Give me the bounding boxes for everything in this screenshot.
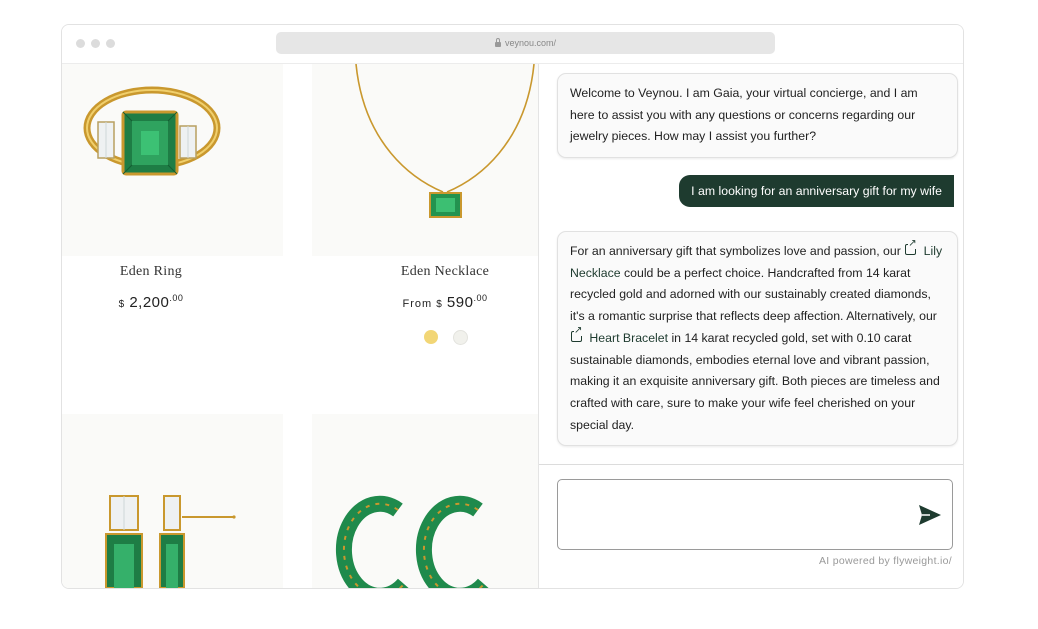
- eden-necklace-image[interactable]: [312, 64, 538, 256]
- product-grid: Eden Ring $ 2,200.00 Eden Necklace From $…: [62, 64, 538, 588]
- eden-necklace-price: From $ 590.00: [402, 293, 488, 311]
- chat-divider: [539, 464, 963, 465]
- close-window-dot[interactable]: [76, 39, 85, 48]
- eden-ring-price: $ 2,200.00: [118, 293, 184, 311]
- url-text: veynou.com/: [504, 38, 557, 48]
- address-bar[interactable]: veynou.com/: [276, 32, 775, 54]
- user-message: I am looking for an anniversary gift for…: [679, 175, 954, 207]
- send-icon[interactable]: [918, 504, 942, 526]
- heart-bracelet-link[interactable]: Heart Bracelet: [570, 325, 668, 345]
- external-link-icon: [571, 325, 583, 342]
- chat-panel: Welcome to Veynou. I am Gaia, your virtu…: [538, 64, 963, 588]
- hoop-earrings-image[interactable]: [312, 414, 538, 588]
- white-gold-swatch[interactable]: [453, 330, 468, 345]
- bot-welcome-message: Welcome to Veynou. I am Gaia, your virtu…: [557, 73, 958, 159]
- maximize-window-dot[interactable]: [106, 39, 115, 48]
- eden-necklace-name[interactable]: Eden Necklace: [345, 264, 538, 280]
- browser-window: veynou.com/ Eden Ring $ 2,200.00 Eden Ne…: [61, 24, 964, 589]
- eden-ring-image[interactable]: [62, 64, 283, 256]
- external-link-icon: [905, 239, 917, 255]
- minimize-window-dot[interactable]: [91, 39, 100, 48]
- browser-titlebar: veynou.com/: [62, 25, 963, 64]
- chat-input[interactable]: [557, 479, 953, 550]
- bot-reply-message: For an anniversary gift that symbolizes …: [557, 231, 958, 447]
- lock-icon: [494, 37, 501, 47]
- eden-ring-name[interactable]: Eden Ring: [62, 264, 251, 280]
- window-controls: [76, 39, 115, 48]
- earrings-image[interactable]: [62, 414, 283, 588]
- powered-by-text[interactable]: AI powered by flyweight.io/: [819, 555, 952, 567]
- gold-swatch[interactable]: [424, 330, 438, 344]
